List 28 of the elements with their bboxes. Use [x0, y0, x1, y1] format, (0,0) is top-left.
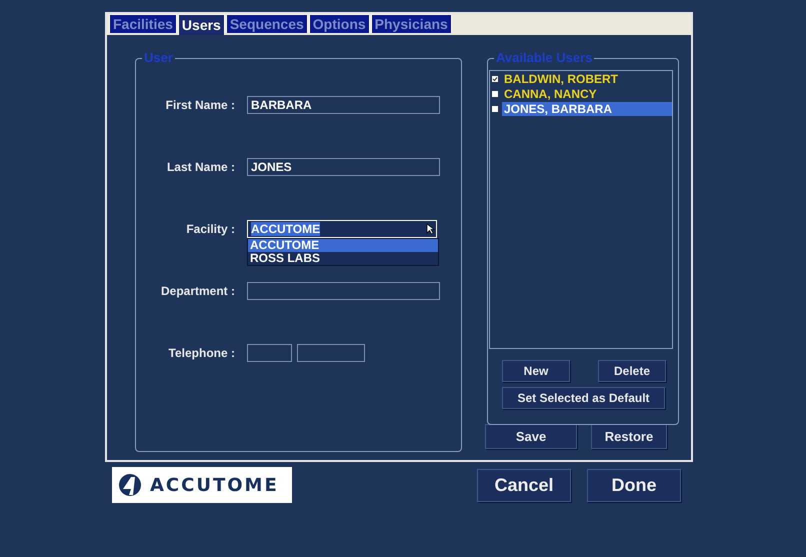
field-label: Department : — [160, 284, 235, 298]
user-list-item[interactable]: JONES, BARBARA — [502, 102, 672, 116]
button[interactable]: Save — [485, 424, 577, 449]
tab[interactable]: Physicians — [370, 14, 452, 33]
field-label: Telephone : — [168, 346, 235, 360]
field-label: Facility : — [185, 222, 235, 236]
group-title: Available Users — [494, 51, 594, 65]
input-field[interactable]: JONES — [247, 158, 440, 176]
tab[interactable]: Options — [308, 14, 370, 33]
button[interactable]: Done — [587, 469, 681, 502]
button[interactable]: New — [502, 360, 570, 382]
tab[interactable]: Facilities — [109, 14, 177, 33]
tab[interactable]: Sequences — [226, 14, 308, 33]
field-label: First Name : — [164, 98, 235, 112]
tab[interactable]: Users — [178, 14, 225, 35]
button[interactable]: Delete — [598, 360, 666, 382]
input-field[interactable]: BARBARA — [247, 96, 440, 114]
user-list-item[interactable]: CANNA, NANCY — [502, 86, 672, 100]
set-default-button[interactable]: Set Selected as Default — [502, 387, 665, 409]
user-list-item[interactable]: BALDWIN, ROBERT — [502, 72, 672, 86]
button[interactable]: Restore — [591, 424, 667, 449]
dropdown[interactable]: ACCUTOME — [247, 220, 437, 238]
button[interactable]: Cancel — [477, 469, 571, 502]
logo-text: ACCUTOME — [150, 474, 279, 496]
dropdown-option[interactable]: ROSS LABS — [248, 252, 438, 265]
dropdown-option[interactable]: ACCUTOME — [248, 239, 438, 252]
field-label: Last Name : — [166, 160, 235, 174]
group-title: User — [142, 51, 175, 65]
